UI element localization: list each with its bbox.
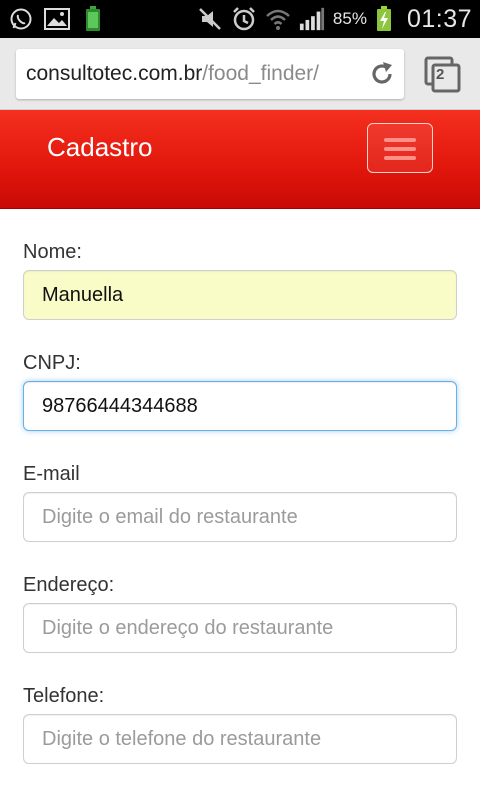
nome-input[interactable] [23,270,457,320]
telefone-label: Telefone: [23,685,105,707]
telefone-input[interactable] [23,714,457,764]
whatsapp-icon [8,6,34,32]
wifi-icon [265,6,291,32]
hamburger-icon [384,138,416,142]
nome-group: Nome: [23,238,457,320]
signal-icon [299,6,325,32]
address-bar[interactable]: consultotec.com.br/food_finder/ [16,49,404,99]
clock: 01:37 [406,4,472,33]
registration-form: Nome: CNPJ: E-mail Endereço: Telefone: [23,238,457,764]
alarm-icon [231,6,257,32]
gallery-icon [44,6,70,32]
email-input[interactable] [23,492,457,542]
hamburger-icon [384,147,416,151]
navbar: Cadastro [0,110,480,209]
url-path: /food_finder/ [202,62,320,85]
endereco-label: Endereço: [23,574,115,596]
telefone-group: Telefone: [23,682,457,764]
email-group: E-mail [23,460,457,542]
hamburger-icon [384,156,416,160]
navbar-brand[interactable]: Cadastro [47,132,153,163]
url-host: consultotec.com.br [26,62,203,85]
cnpj-label: CNPJ: [23,352,81,374]
nome-label: Nome: [23,241,82,263]
battery-app-icon [80,6,106,32]
mute-icon [197,6,223,32]
battery-percent: 85% [332,9,367,28]
email-label: E-mail [23,463,80,485]
tabs-button[interactable]: 2 [424,56,462,94]
menu-toggle-button[interactable] [367,123,433,173]
tab-count: 2 [436,66,445,83]
status-bar: 85% 01:37 [0,0,480,38]
browser-toolbar: consultotec.com.br/food_finder/ 2 [0,38,480,110]
endereco-group: Endereço: [23,571,457,653]
endereco-input[interactable] [23,603,457,653]
cnpj-input[interactable] [23,381,457,431]
battery-charging-icon [371,6,397,32]
cnpj-group: CNPJ: [23,349,457,431]
reload-icon[interactable] [368,60,396,88]
